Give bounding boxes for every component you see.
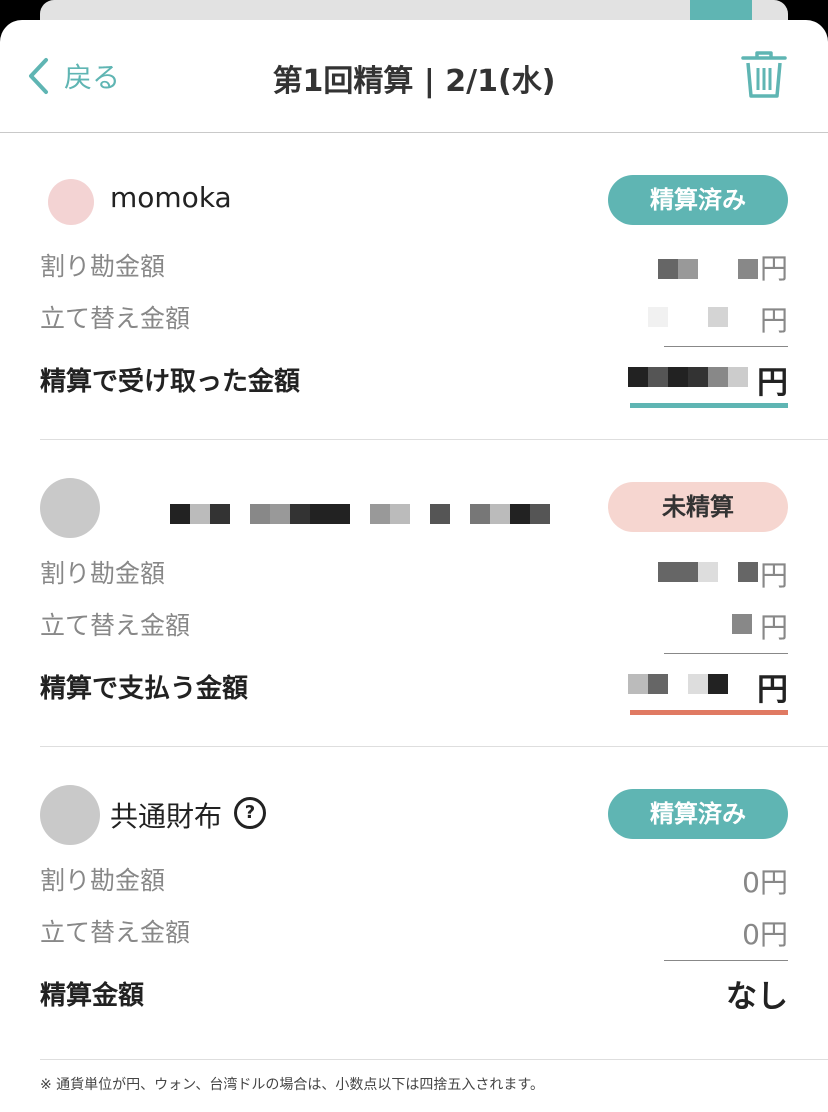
- split-amount-row: 割り勘金額 0円: [40, 861, 788, 899]
- member-header: momoka 精算済み: [40, 169, 788, 231]
- redacted-amount: [732, 614, 752, 634]
- advance-amount-value: 円: [759, 611, 788, 644]
- status-badge[interactable]: 精算済み: [608, 175, 788, 225]
- redacted-amount: [648, 307, 748, 327]
- redacted-amount: [628, 367, 748, 387]
- settlement-total-row: 精算で受け取った金額 円: [40, 361, 788, 401]
- split-amount-value: 円: [759, 559, 788, 592]
- settlement-sheet: 戻る 第1回精算 | 2/1(水) momoka 精算済み 割り勘金額 円 立て…: [0, 20, 828, 1112]
- advance-amount-label: 立て替え金額: [40, 918, 191, 947]
- settlement-total-row: 精算で支払う金額 円: [40, 668, 788, 708]
- settlement-total-label: 精算で受け取った金額: [40, 367, 301, 397]
- status-badge[interactable]: 未精算: [608, 482, 788, 532]
- settlement-total-row: 精算金額 なし: [40, 975, 788, 1015]
- redacted-amount: [658, 562, 758, 582]
- split-amount-row: 割り勘金額 円: [40, 247, 788, 285]
- settlement-total-value: 円: [757, 365, 788, 401]
- total-underline: [630, 403, 788, 408]
- avatar: [40, 785, 100, 845]
- member-name: momoka: [110, 181, 232, 214]
- status-badge[interactable]: 精算済み: [608, 789, 788, 839]
- help-icon[interactable]: ?: [234, 797, 266, 829]
- settlement-total-label: 精算で支払う金額: [40, 674, 249, 704]
- member-card: momoka 精算済み 割り勘金額 円 立て替え金額 円 精算で受け取った金額 …: [40, 133, 828, 440]
- advance-amount-row: 立て替え金額 円: [40, 299, 788, 337]
- advance-amount-row: 立て替え金額 円: [40, 606, 788, 644]
- footnote: ※ 通貨単位が円、ウォン、台湾ドルの場合は、小数点以下は四捨五入されます。: [40, 1077, 544, 1093]
- avatar: [40, 478, 100, 538]
- redacted-name: [170, 504, 550, 524]
- member-header: 共通財布 ? 精算済み: [40, 783, 788, 845]
- settlement-total-value: なし: [726, 979, 788, 1015]
- advance-amount-value: 0円: [742, 918, 788, 951]
- member-card: 共通財布 ? 精算済み 割り勘金額 0円 立て替え金額 0円 精算金額 なし: [40, 747, 828, 1060]
- advance-amount-value: 円: [759, 304, 788, 337]
- trash-icon[interactable]: [740, 48, 788, 100]
- settlement-total-value: 円: [757, 672, 788, 708]
- advance-amount-label: 立て替え金額: [40, 611, 191, 640]
- divider: [664, 346, 788, 347]
- member-header: 未精算: [40, 476, 788, 538]
- split-amount-label: 割り勘金額: [40, 866, 166, 895]
- avatar: [48, 179, 94, 225]
- redacted-amount: [658, 259, 758, 279]
- background-tab: [690, 0, 752, 20]
- nav-bar: 戻る 第1回精算 | 2/1(水): [0, 20, 828, 133]
- divider: [664, 960, 788, 961]
- split-amount-value: 円: [759, 252, 788, 285]
- settlement-total-label: 精算金額: [40, 981, 145, 1011]
- advance-amount-label: 立て替え金額: [40, 304, 191, 333]
- split-amount-label: 割り勘金額: [40, 559, 166, 588]
- total-underline: [630, 710, 788, 715]
- member-card: 未精算 割り勘金額 円 立て替え金額 円 精算で支払う金額 円: [40, 440, 828, 747]
- split-amount-value: 0円: [742, 866, 788, 899]
- page-title: 第1回精算 | 2/1(水): [272, 64, 556, 99]
- member-name: 共通財布: [110, 800, 223, 833]
- redacted-amount: [628, 674, 748, 694]
- advance-amount-row: 立て替え金額 0円: [40, 913, 788, 951]
- split-amount-row: 割り勘金額 円: [40, 554, 788, 592]
- split-amount-label: 割り勘金額: [40, 252, 166, 281]
- divider: [664, 653, 788, 654]
